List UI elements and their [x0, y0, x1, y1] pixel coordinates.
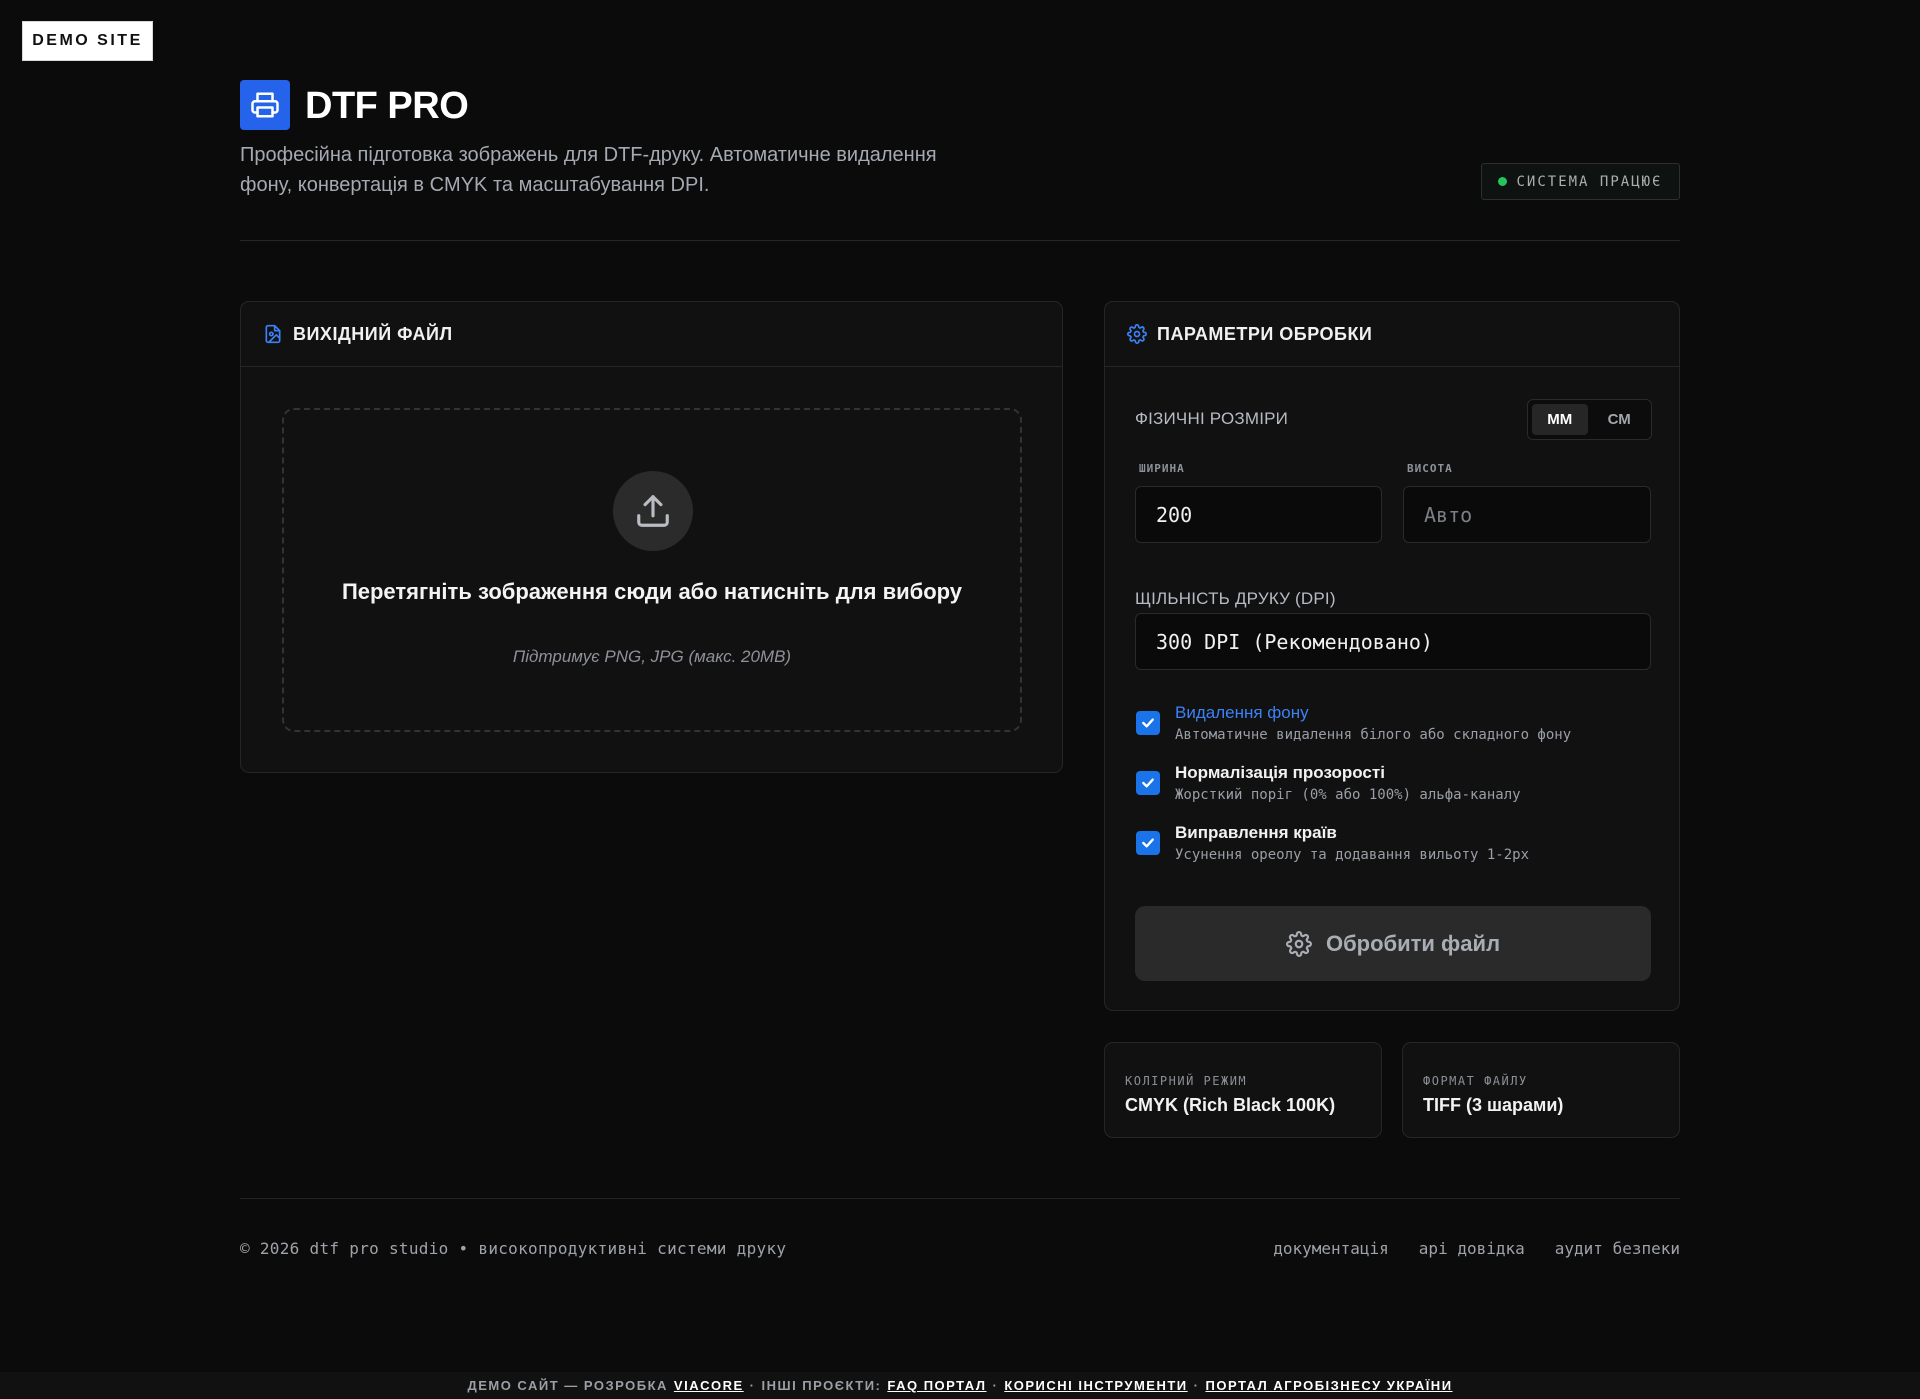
- other-projects-label: ІНШІ ПРОЄКТИ:: [761, 1378, 882, 1393]
- option-title: Видалення фону: [1175, 703, 1309, 722]
- header-divider: [240, 240, 1680, 241]
- status-text: СИСТЕМА ПРАЦЮЄ: [1516, 173, 1663, 190]
- width-input[interactable]: 200: [1135, 486, 1382, 543]
- separator: ·: [1193, 1378, 1200, 1393]
- gear-icon: [1285, 930, 1312, 957]
- checkbox-background-removal[interactable]: [1136, 711, 1160, 735]
- footer-links: документація api довідка аудит безпеки: [1273, 1239, 1680, 1258]
- checkbox-edge-fix[interactable]: [1136, 831, 1160, 855]
- params-card-title: ПАРАМЕТРИ ОБРОБКИ: [1157, 323, 1373, 344]
- file-format-label: ФОРМАТ ФАЙЛУ: [1423, 1074, 1528, 1088]
- checkbox-transparency-normalization[interactable]: [1136, 771, 1160, 795]
- option-title: Нормалізація прозорості: [1175, 763, 1385, 782]
- app-description: Професійна підготовка зображень для DTF-…: [240, 144, 937, 196]
- color-mode-label: КОЛІРНИЙ РЕЖИМ: [1125, 1074, 1248, 1088]
- footer-link-audit[interactable]: аудит безпеки: [1555, 1239, 1680, 1258]
- demo-bar-prefix: ДЕМО САЙТ — РОЗРОБКА: [467, 1378, 668, 1393]
- color-mode-card: КОЛІРНИЙ РЕЖИМ CMYK (Rich Black 100K): [1104, 1042, 1382, 1138]
- height-label: ВИСОТА: [1407, 462, 1453, 475]
- footer-copyright: © 2026 dtf pro studio • високопродуктивн…: [240, 1239, 787, 1258]
- developer-link[interactable]: VIACORE: [674, 1378, 744, 1393]
- file-image-icon: [263, 324, 283, 344]
- dropzone-hint: Підтримує PNG, JPG (макс. 20MB): [512, 647, 792, 666]
- option-desc: Жорсткий поріг (0% або 100%) альфа-канал…: [1175, 787, 1521, 803]
- color-mode-value: CMYK (Rich Black 100K): [1125, 1095, 1336, 1115]
- footer-link-docs[interactable]: документація: [1273, 1239, 1389, 1258]
- unit-cm-button[interactable]: СМ: [1592, 404, 1648, 435]
- processing-params-card: ПАРАМЕТРИ ОБРОБКИ ФІЗИЧНІ РОЗМІРИ ММ СМ …: [1104, 301, 1680, 1011]
- source-file-card-header: ВИХІДНИЙ ФАЙЛ: [241, 302, 1062, 367]
- dimensions-label: ФІЗИЧНІ РОЗМІРИ: [1135, 409, 1289, 428]
- gear-icon: [1127, 324, 1147, 344]
- source-file-title: ВИХІДНИЙ ФАЙЛ: [293, 323, 453, 344]
- dpi-select[interactable]: 300 DPI (Рекомендовано): [1135, 613, 1651, 670]
- option-transparency-normalization[interactable]: Нормалізація прозорості Жорсткий поріг (…: [1135, 763, 1655, 811]
- process-file-button[interactable]: Обробити файл: [1135, 906, 1651, 981]
- separator: ·: [992, 1378, 999, 1393]
- upload-icon[interactable]: [613, 471, 693, 551]
- file-format-card: ФОРМАТ ФАЙЛУ TIFF (3 шарами): [1402, 1042, 1680, 1138]
- demo-bottom-bar: ДЕМО САЙТ — РОЗРОБКА VIACORE · ІНШІ ПРОЄ…: [0, 1372, 1920, 1399]
- separator: ·: [749, 1378, 756, 1393]
- system-status-badge: СИСТЕМА ПРАЦЮЄ: [1481, 163, 1680, 200]
- project-link-agro[interactable]: ПОРТАЛ АГРОБІЗНЕСУ УКРАЇНИ: [1205, 1378, 1452, 1393]
- option-title: Виправлення країв: [1175, 823, 1337, 842]
- unit-toggle: ММ СМ: [1527, 399, 1652, 440]
- demo-site-badge: DEMO SITE: [22, 21, 153, 61]
- footer-link-api[interactable]: api довідка: [1419, 1239, 1525, 1258]
- status-dot-icon: [1498, 177, 1508, 186]
- file-dropzone[interactable]: Перетягніть зображення сюди або натисніт…: [282, 408, 1022, 732]
- project-link-faq[interactable]: FAQ ПОРТАЛ: [887, 1378, 986, 1393]
- params-card-header: ПАРАМЕТРИ ОБРОБКИ: [1105, 302, 1679, 367]
- option-desc: Автоматичне видалення білого або складно…: [1175, 727, 1572, 743]
- option-edge-fix[interactable]: Виправлення країв Усунення ореолу та дод…: [1135, 823, 1655, 871]
- option-desc: Усунення ореолу та додавання вильоту 1-2…: [1175, 847, 1530, 863]
- unit-mm-button[interactable]: ММ: [1532, 404, 1588, 435]
- source-file-card: ВИХІДНИЙ ФАЙЛ Перетягніть зображення сюд…: [240, 301, 1063, 773]
- height-input[interactable]: Авто: [1403, 486, 1651, 543]
- app-title: DTF PRO: [305, 85, 469, 127]
- printer-logo-icon: [240, 80, 290, 130]
- footer-divider: [240, 1198, 1680, 1199]
- width-label: ШИРИНА: [1139, 462, 1185, 475]
- file-format-value: TIFF (3 шарами): [1423, 1095, 1564, 1115]
- project-link-tools[interactable]: КОРИСНІ ІНСТРУМЕНТИ: [1004, 1378, 1187, 1393]
- process-button-label: Обробити файл: [1325, 930, 1501, 956]
- dpi-label: ЩІЛЬНІСТЬ ДРУКУ (DPI): [1135, 589, 1336, 608]
- option-background-removal[interactable]: Видалення фону Автоматичне видалення біл…: [1135, 703, 1655, 751]
- dropzone-instruction: Перетягніть зображення сюди або натисніт…: [341, 579, 963, 604]
